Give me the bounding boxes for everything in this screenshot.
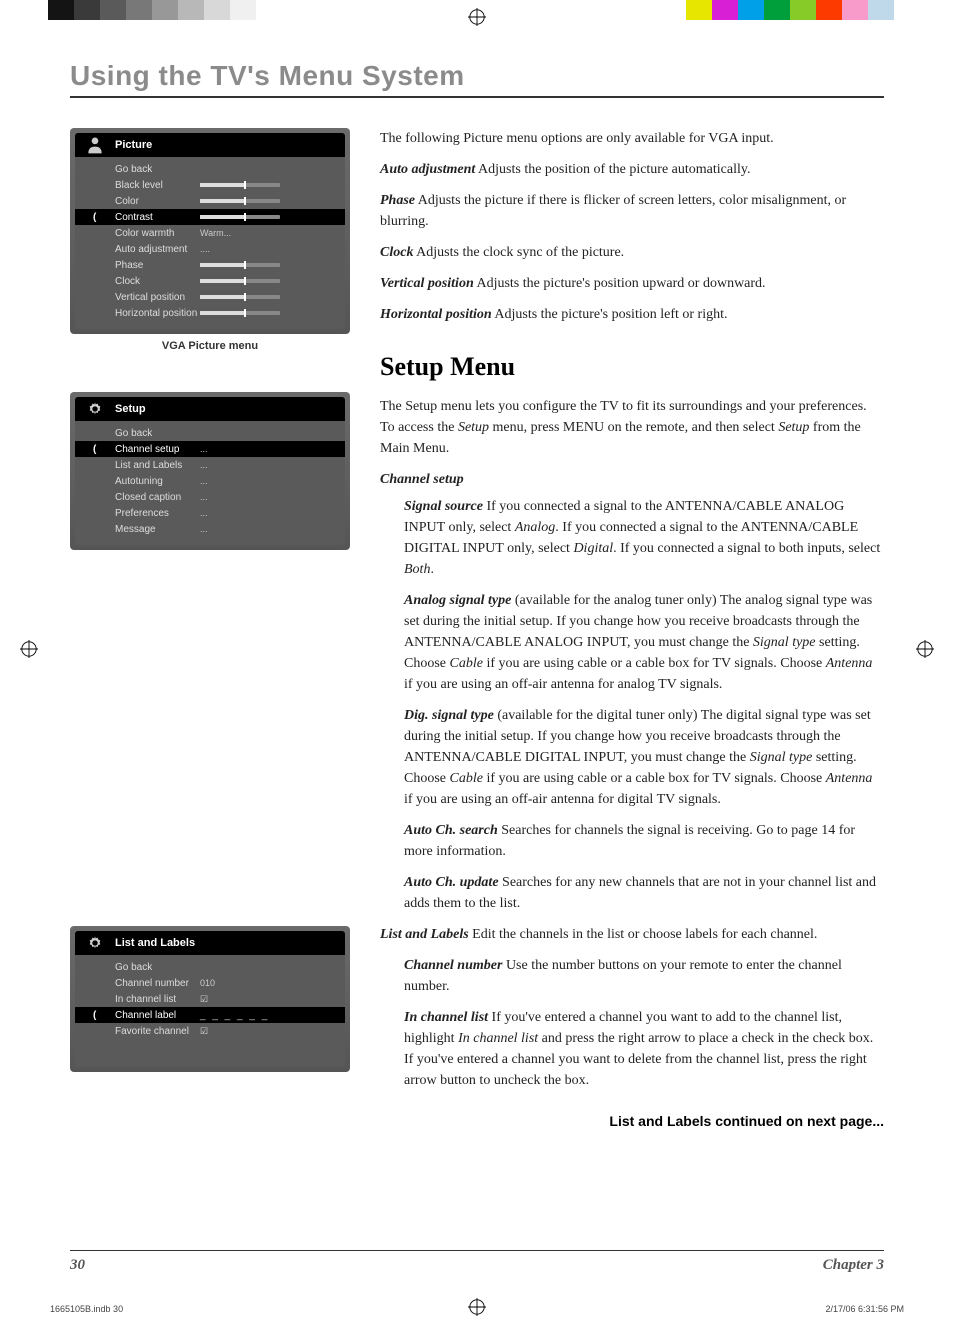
picture-menu-screenshot: Picture Go backBlack levelColorContrastC… — [70, 128, 350, 334]
menu-row: Horizontal position — [75, 305, 345, 321]
registration-mark-left — [20, 640, 38, 658]
menu-row: Clock — [75, 273, 345, 289]
chapter-label: Chapter 3 — [823, 1257, 884, 1274]
registration-mark-top — [468, 8, 486, 26]
auto-ch-search-def: Auto Ch. search Searches for channels th… — [404, 820, 884, 862]
left-column: Picture Go backBlack levelColorContrastC… — [70, 128, 350, 1142]
picture-menu-caption: VGA Picture menu — [70, 340, 350, 352]
definition: Auto adjustment Adjusts the position of … — [380, 159, 884, 180]
page-content: Using the TV's Menu System Picture Go ba… — [70, 60, 884, 1274]
menu-row: In channel list☑ — [75, 991, 345, 1007]
menu-row: Contrast — [75, 209, 345, 225]
page-title: Using the TV's Menu System — [70, 60, 884, 98]
list-labels-def: List and Labels Edit the channels in the… — [380, 924, 884, 945]
menu-row: Go back — [75, 425, 345, 441]
list-labels-menu-title: List and Labels — [115, 937, 195, 949]
person-icon — [81, 135, 109, 155]
menu-row: Channel number010 — [75, 975, 345, 991]
menu-row: Go back — [75, 161, 345, 177]
body-text: The following Picture menu options are o… — [380, 128, 884, 1142]
menu-row: Auto adjustment.... — [75, 241, 345, 257]
menu-row: Autotuning... — [75, 473, 345, 489]
menu-row: Black level — [75, 177, 345, 193]
definition: Clock Adjusts the clock sync of the pict… — [380, 242, 884, 263]
print-footer: 1665105B.indb 30 2/17/06 6:31:56 PM — [50, 1304, 904, 1314]
gear-icon — [81, 933, 109, 953]
menu-row: Channel label_ _ _ _ _ _ — [75, 1007, 345, 1023]
signal-source-def: Signal source If you connected a signal … — [404, 496, 884, 580]
menu-row: List and Labels... — [75, 457, 345, 473]
picture-menu-title: Picture — [115, 139, 152, 151]
menu-row: Channel setup... — [75, 441, 345, 457]
page-footer: 30 Chapter 3 — [70, 1250, 884, 1274]
menu-row: Phase — [75, 257, 345, 273]
gear-icon — [81, 399, 109, 419]
print-date: 2/17/06 6:31:56 PM — [825, 1304, 904, 1314]
continued-text: List and Labels continued on next page..… — [380, 1111, 884, 1132]
print-file: 1665105B.indb 30 — [50, 1304, 123, 1314]
dig-signal-def: Dig. signal type (available for the digi… — [404, 705, 884, 810]
registration-mark-right — [916, 640, 934, 658]
menu-row: Preferences... — [75, 505, 345, 521]
channel-number-def: Channel number Use the number buttons on… — [404, 955, 884, 997]
menu-row: Color — [75, 193, 345, 209]
menu-row: Color warmthWarm... — [75, 225, 345, 241]
menu-row: Vertical position — [75, 289, 345, 305]
intro-text: The following Picture menu options are o… — [380, 128, 884, 149]
setup-menu-heading: Setup Menu — [380, 347, 884, 386]
menu-row: Message... — [75, 521, 345, 537]
setup-menu-screenshot: Setup Go backChannel setup...List and La… — [70, 392, 350, 550]
definition: Phase Adjusts the picture if there is fl… — [380, 190, 884, 232]
definition: Vertical position Adjusts the picture's … — [380, 273, 884, 294]
auto-ch-update-def: Auto Ch. update Searches for any new cha… — [404, 872, 884, 914]
setup-menu-title: Setup — [115, 403, 146, 415]
analog-signal-def: Analog signal type (available for the an… — [404, 590, 884, 695]
page-number: 30 — [70, 1257, 85, 1274]
in-channel-list-def: In channel list If you've entered a chan… — [404, 1007, 884, 1091]
definition: Horizontal position Adjusts the picture'… — [380, 304, 884, 325]
menu-row: Favorite channel☑ — [75, 1023, 345, 1039]
list-labels-menu-screenshot: List and Labels Go backChannel number010… — [70, 926, 350, 1072]
menu-row: Go back — [75, 959, 345, 975]
setup-intro: The Setup menu lets you configure the TV… — [380, 396, 884, 459]
channel-setup-subheading: Channel setup — [380, 469, 884, 490]
menu-row: Closed caption... — [75, 489, 345, 505]
